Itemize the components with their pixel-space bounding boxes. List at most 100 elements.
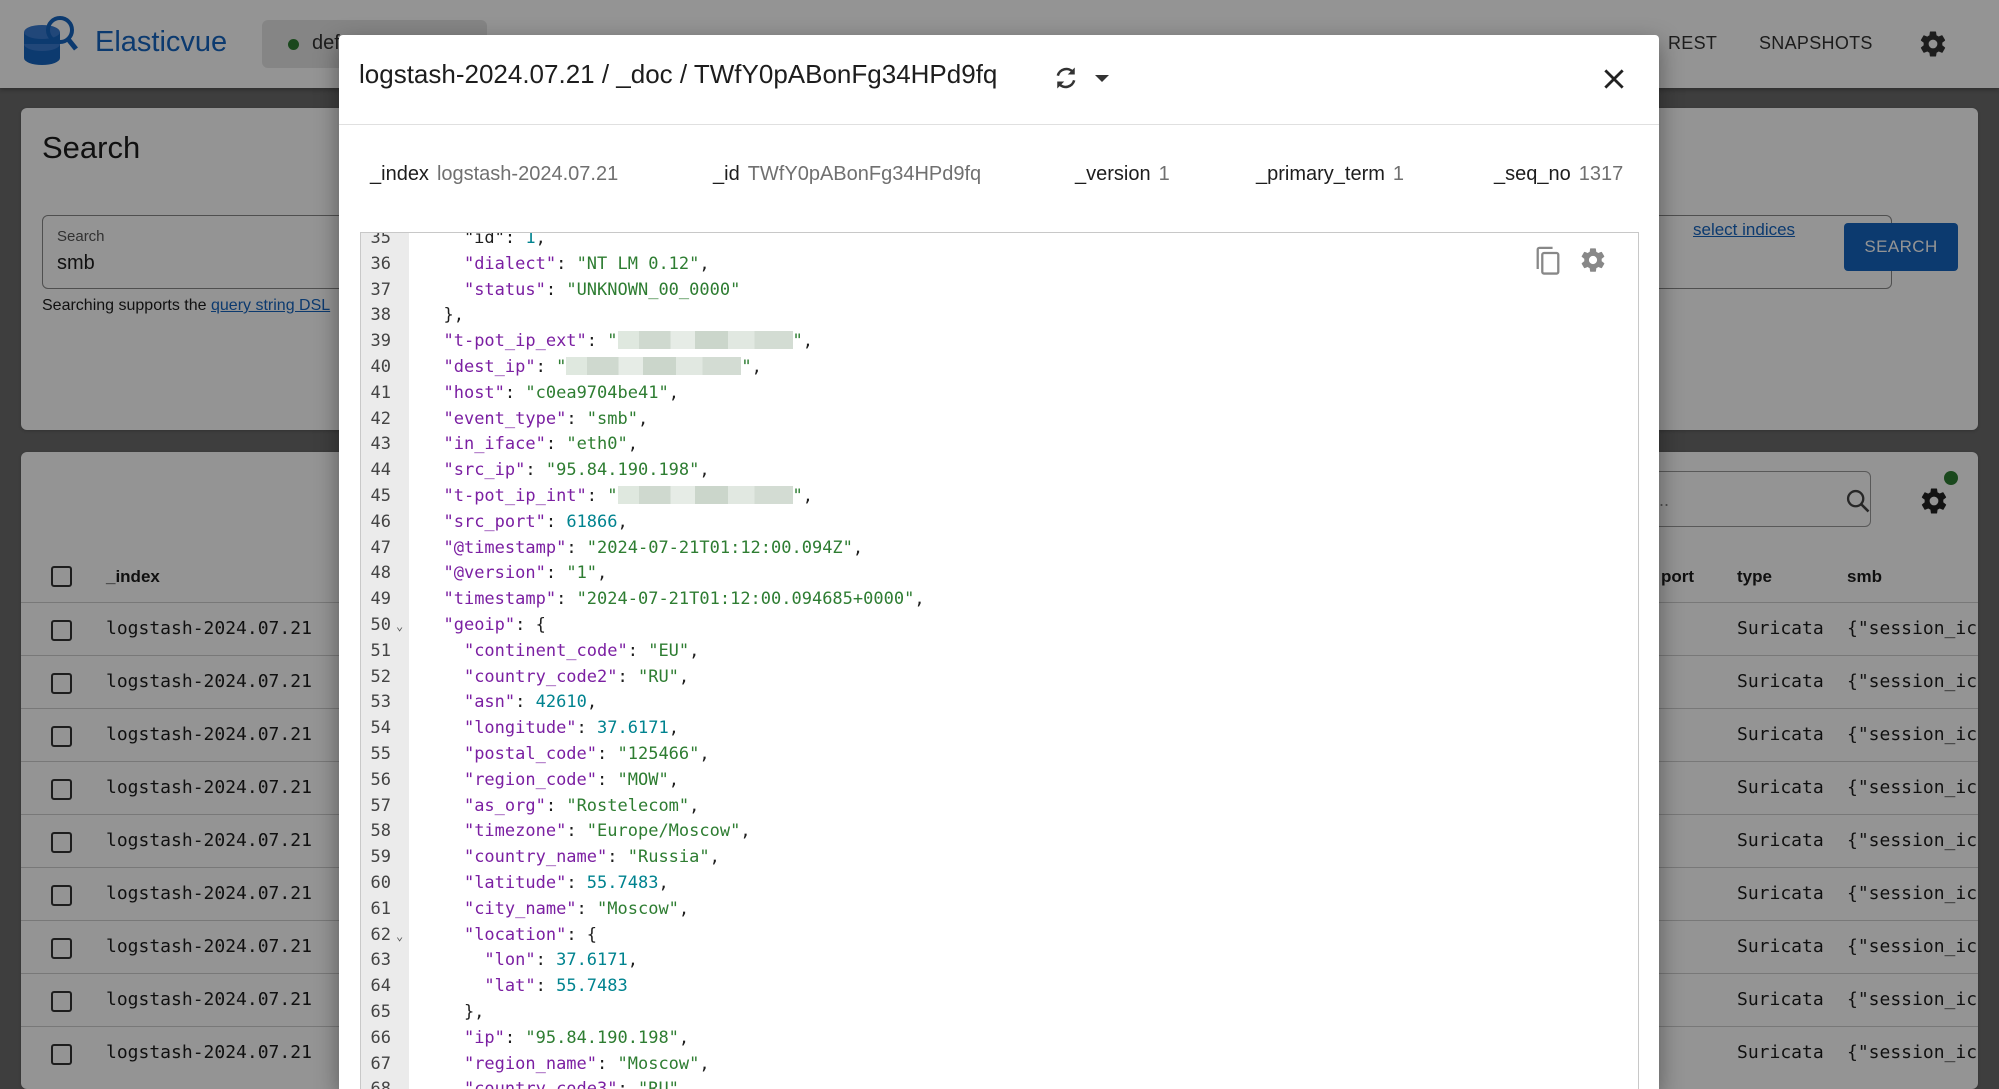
json-punctuation: : [535, 356, 557, 377]
code-line: 39 "t-pot_ip_ext": " ", [361, 329, 1638, 355]
line-number: 66 [370, 1027, 391, 1048]
line-number: 40 [370, 356, 391, 377]
json-punctuation: , [751, 356, 762, 377]
line-number: 67 [370, 1053, 391, 1074]
json-key: "t-pot_ip_ext" [443, 331, 587, 352]
json-string: "RU" [638, 1079, 679, 1089]
line-number: 62 [370, 924, 391, 945]
close-icon[interactable] [1601, 66, 1627, 92]
line-number: 44 [370, 460, 391, 481]
code-line: 43 "in_iface": "eth0", [361, 432, 1638, 458]
code-line: 60 "latitude": 55.7483, [361, 871, 1638, 897]
meta-seq-no: _seq_no 1317 [1494, 163, 1623, 186]
json-punctuation [423, 976, 484, 996]
code-line: 59 "country_name": "Russia", [361, 845, 1638, 871]
json-string: "Moscow" [597, 898, 679, 919]
json-string: "NT LM 0.12" [576, 253, 700, 274]
json-punctuation: : [545, 563, 567, 584]
code-text: "region_code": "MOW", [423, 768, 679, 794]
json-punctuation [423, 847, 464, 867]
line-number: 61 [370, 898, 391, 919]
json-punctuation: : [535, 950, 557, 971]
code-line: 66 "ip": "95.84.190.198", [361, 1026, 1638, 1052]
json-punctuation: }, [423, 305, 464, 326]
line-number: 52 [370, 666, 391, 687]
json-string: " [741, 356, 752, 377]
json-punctuation: }, [423, 1001, 485, 1022]
fold-chevron-icon[interactable]: ⌄ [396, 614, 403, 640]
json-key: "location" [463, 924, 567, 945]
json-punctuation [423, 512, 443, 532]
json-string: "smb" [586, 408, 638, 429]
code-text: "ip": "95.84.190.198", [423, 1026, 689, 1052]
code-text: "timestamp": "2024-07-21T01:12:00.094685… [423, 587, 924, 613]
json-punctuation: , [699, 743, 710, 764]
json-punctuation [423, 331, 443, 351]
redacted-value [617, 331, 793, 350]
json-key: "event_type" [443, 408, 567, 429]
json-string: "Moscow" [617, 1053, 700, 1074]
json-punctuation: "id": [423, 232, 526, 248]
json-punctuation: : [576, 898, 598, 919]
json-punctuation: : [556, 589, 577, 610]
code-text: "country_code3": "RU", [423, 1077, 689, 1089]
fold-chevron-icon[interactable]: ⌄ [396, 924, 403, 950]
meta-value: TWfY0pABonFg34HPd9fq [747, 163, 982, 185]
line-number: 45 [370, 485, 391, 506]
json-code-editor[interactable]: 35 "id": 1, 36 "dialect": "NT LM 0.12", 37… [360, 232, 1639, 1089]
line-number: 56 [370, 769, 391, 790]
json-punctuation: : [586, 331, 608, 352]
json-key: "asn" [463, 692, 516, 713]
code-text: "t-pot_ip_ext": " ", [423, 329, 813, 355]
code-line: 54 "longitude": 37.6171, [361, 716, 1638, 742]
code-line: 55 "postal_code": "125466", [361, 742, 1638, 768]
json-punctuation: , [679, 1079, 689, 1089]
json-punctuation: , [678, 1027, 690, 1048]
json-number: 55.7483 [556, 976, 628, 997]
json-string: "c0ea9704be41" [525, 382, 669, 403]
json-punctuation: : [627, 640, 649, 661]
code-line: 40 "dest_ip": " ", [361, 355, 1638, 381]
code-line: 57 "as_org": "Rostelecom", [361, 794, 1638, 820]
json-key: "country_name" [463, 847, 608, 868]
code-line: 67 "region_name": "Moscow", [361, 1052, 1638, 1078]
copy-icon[interactable] [1534, 245, 1562, 277]
code-line: 48 "@version": "1", [361, 561, 1638, 587]
document-modal: logstash-2024.07.21 / _doc / TWfY0pABonF… [339, 35, 1659, 1089]
code-text: "geoip": { [423, 613, 545, 639]
code-text: "host": "c0ea9704be41", [423, 381, 678, 407]
json-punctuation [423, 718, 464, 738]
json-key: "geoip" [443, 614, 516, 635]
json-string: "1" [566, 563, 598, 584]
json-punctuation: , [627, 950, 638, 971]
code-line: 68 "country_code3": "RU", [361, 1077, 1638, 1089]
line-number: 42 [370, 408, 391, 429]
chevron-down-icon[interactable] [1095, 75, 1109, 82]
meta-version: _version 1 [1075, 163, 1170, 186]
json-punctuation [423, 1054, 464, 1074]
code-text: "location": { [423, 923, 597, 949]
json-key: "city_name" [463, 898, 577, 919]
meta-key: _index [370, 163, 429, 185]
json-key: "ip" [463, 1027, 505, 1048]
json-punctuation [423, 280, 464, 300]
meta-key: _primary_term [1256, 163, 1385, 185]
json-punctuation: : [597, 769, 618, 790]
json-punctuation: : [545, 279, 567, 300]
line-number: 36 [370, 253, 391, 274]
line-number: 68 [361, 1077, 391, 1089]
reload-icon[interactable] [1052, 64, 1080, 92]
json-punctuation: : [545, 434, 567, 455]
code-text: "@version": "1", [423, 561, 607, 587]
json-punctuation [423, 873, 464, 893]
json-punctuation: , [597, 563, 608, 584]
json-string: "95.84.190.198" [545, 460, 700, 481]
json-punctuation [423, 770, 464, 790]
editor-settings-gear-icon[interactable] [1579, 246, 1607, 274]
meta-value: 1 [1392, 163, 1405, 185]
modal-title: logstash-2024.07.21 / _doc / TWfY0pABonF… [359, 59, 998, 89]
code-line: 50 ⌄ "geoip": { [361, 613, 1638, 639]
code-line: 41 "host": "c0ea9704be41", [361, 381, 1638, 407]
json-key: "src_port" [443, 511, 546, 532]
json-number: 61866 [566, 511, 618, 532]
